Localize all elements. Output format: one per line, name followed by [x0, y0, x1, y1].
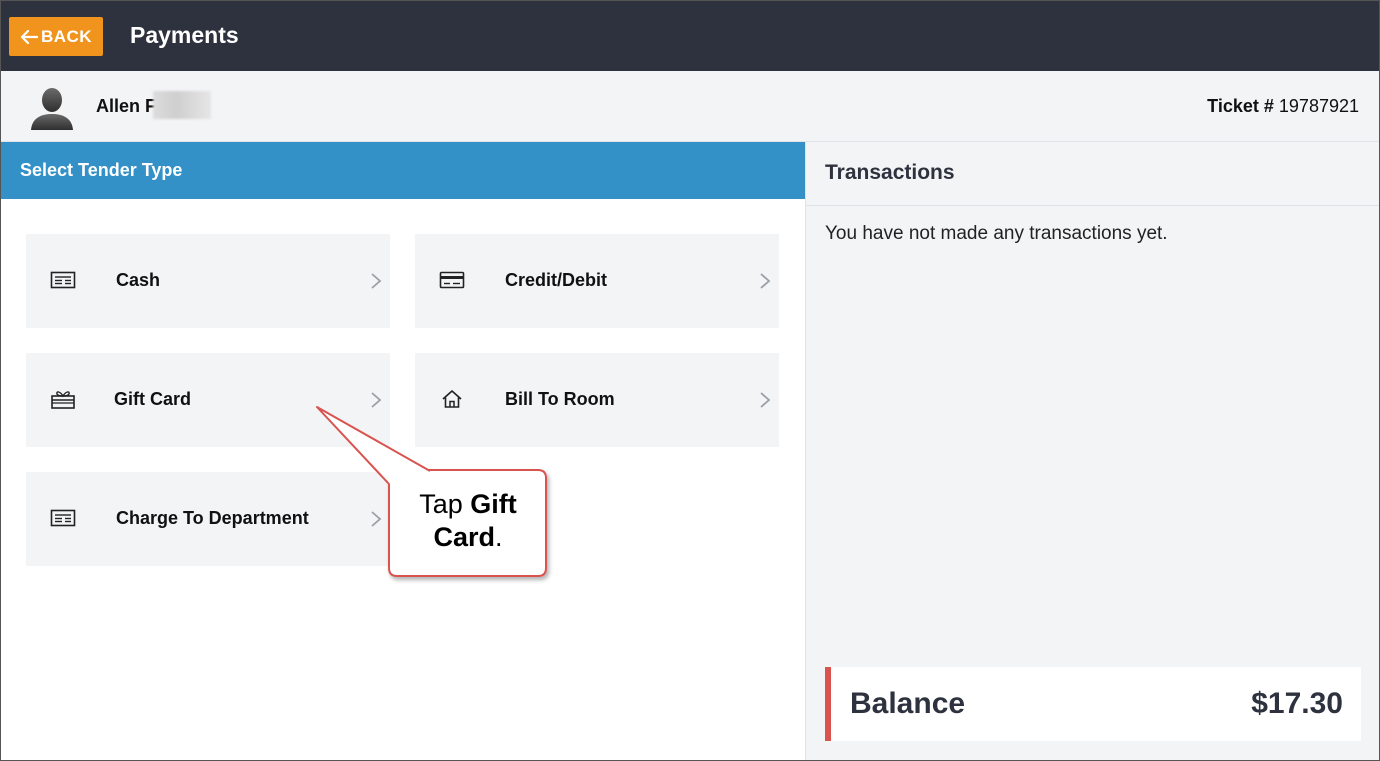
- back-button[interactable]: BACK: [9, 17, 103, 56]
- tender-label: Gift Card: [114, 389, 192, 409]
- payments-screen: BACK Payments Allen F Ticket # 19787921 …: [0, 0, 1380, 761]
- gift-icon: [51, 391, 75, 409]
- tender-cash[interactable]: Cash: [26, 234, 390, 328]
- divider: [806, 205, 1379, 206]
- chevron-right-icon: [371, 392, 382, 408]
- back-button-label: BACK: [40, 26, 93, 46]
- balance-box: Balance $17.30: [825, 667, 1361, 741]
- chevron-right-icon: [760, 273, 771, 289]
- ticket-label: Ticket #: [1207, 96, 1274, 116]
- callout-text: Tap Gift Card.: [419, 489, 517, 552]
- chevron-right-icon: [371, 511, 382, 527]
- arrow-left-icon: [20, 29, 38, 44]
- customer-bar: Allen F Ticket # 19787921: [1, 71, 1379, 142]
- tender-credit-debit[interactable]: Credit/Debit: [415, 234, 779, 328]
- tender-type-header: Select Tender Type: [1, 142, 805, 199]
- redacted-name-blur: [153, 91, 211, 119]
- chevron-right-icon: [371, 273, 382, 289]
- chevron-right-icon: [760, 392, 771, 408]
- cash-icon: [50, 509, 76, 527]
- tender-bill-to-room[interactable]: Bill To Room: [415, 353, 779, 447]
- tender-label: Bill To Room: [505, 389, 615, 409]
- credit-card-icon: [439, 271, 465, 289]
- cash-icon: [50, 271, 76, 289]
- tender-gift-card[interactable]: Gift Card: [26, 353, 390, 447]
- ticket-number: Ticket # 19787921: [1207, 96, 1359, 117]
- balance-value: $17.30: [1251, 687, 1343, 720]
- transactions-panel: Transactions You have not made any trans…: [805, 142, 1379, 760]
- transactions-title: Transactions: [825, 161, 955, 184]
- transactions-empty-message: You have not made any transactions yet.: [825, 223, 1168, 244]
- top-bar: BACK Payments: [1, 1, 1379, 71]
- user-avatar-icon: [31, 88, 73, 130]
- tender-label: Charge To Department: [116, 508, 309, 528]
- balance-label: Balance: [850, 687, 966, 720]
- home-icon: [442, 390, 462, 408]
- tender-type-title: Select Tender Type: [20, 160, 183, 180]
- ticket-value: 19787921: [1278, 96, 1359, 116]
- customer-name: Allen F: [96, 96, 157, 116]
- tender-label: Cash: [116, 270, 161, 290]
- page-title: Payments: [130, 22, 239, 48]
- tender-charge-to-department[interactable]: Charge To Department: [26, 472, 390, 566]
- tender-label: Credit/Debit: [505, 270, 608, 290]
